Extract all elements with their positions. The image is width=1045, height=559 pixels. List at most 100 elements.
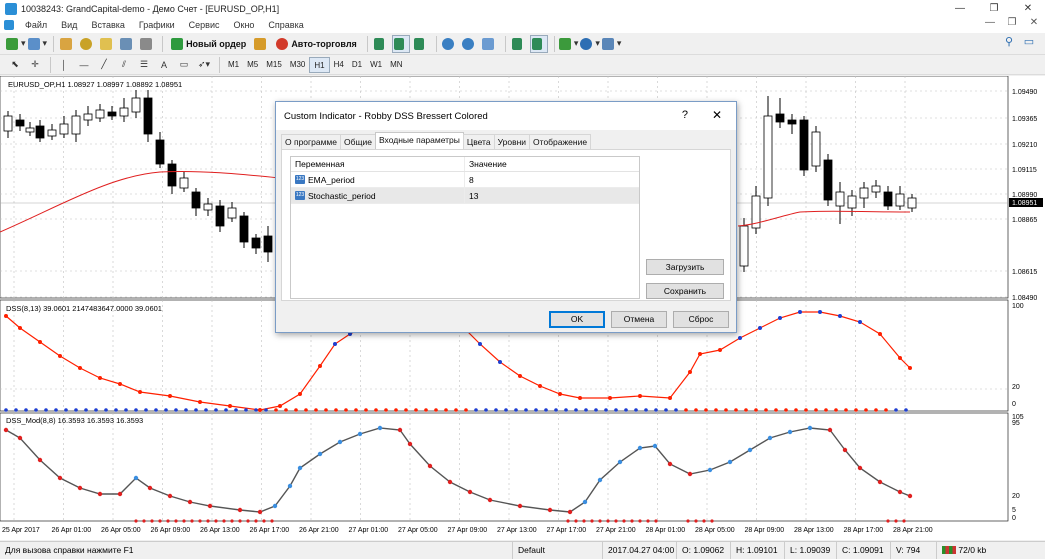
text-tool-icon[interactable]: A bbox=[155, 56, 173, 74]
tab-inputs[interactable]: Входные параметры bbox=[374, 132, 464, 149]
menu-help[interactable]: Справка bbox=[261, 20, 310, 30]
dssmod-signal-dot bbox=[206, 519, 210, 523]
dssmod-signal-dot bbox=[166, 519, 170, 523]
fibonacci-icon[interactable]: ☰ bbox=[135, 56, 153, 74]
ok-button[interactable]: OK bbox=[549, 311, 605, 328]
dssmod-signal-dot bbox=[182, 519, 186, 523]
table-row[interactable]: 123 EMA_period 8 bbox=[291, 172, 639, 188]
child-restore-icon[interactable]: ❐ bbox=[1001, 17, 1023, 28]
tab-visualization[interactable]: Отображение bbox=[529, 134, 592, 149]
time-tick-label: 26 Apr 01:00 bbox=[52, 527, 92, 534]
dss-signal-dot bbox=[554, 408, 558, 412]
table-row[interactable]: 123 Stochastic_period 13 bbox=[291, 188, 639, 204]
dss-signal-dot bbox=[104, 408, 108, 412]
cancel-button[interactable]: Отмена bbox=[611, 311, 667, 328]
periods-icon[interactable]: ▾ bbox=[580, 35, 600, 53]
tab-levels[interactable]: Уровни bbox=[493, 134, 531, 149]
menu-file[interactable]: Файл bbox=[18, 20, 54, 30]
dss-signal-dot bbox=[574, 408, 578, 412]
market-watch-icon[interactable] bbox=[58, 35, 76, 53]
channel-icon[interactable]: ⫽ bbox=[115, 56, 133, 74]
dss-signal-dot bbox=[434, 408, 438, 412]
menu-view[interactable]: Вид bbox=[54, 20, 84, 30]
chat-icon[interactable]: ▭ bbox=[1019, 35, 1039, 48]
candle-body bbox=[3, 115, 13, 132]
menu-insert[interactable]: Вставка bbox=[84, 20, 131, 30]
restore-button[interactable]: ❐ bbox=[977, 0, 1011, 17]
timeframe-d1[interactable]: D1 bbox=[348, 57, 366, 73]
tab-common[interactable]: Общие bbox=[340, 134, 376, 149]
terminal-icon[interactable] bbox=[118, 35, 136, 53]
reset-button[interactable]: Сброс bbox=[673, 311, 729, 328]
horizontal-line-icon[interactable]: — bbox=[75, 56, 93, 74]
zoom-out-icon[interactable] bbox=[461, 35, 479, 53]
search-icon[interactable]: ⚲ bbox=[999, 35, 1019, 48]
dssmod-point bbox=[357, 431, 363, 437]
timeframe-h1[interactable]: H1 bbox=[309, 56, 330, 73]
dss-point bbox=[718, 348, 722, 352]
timeframe-m15[interactable]: M15 bbox=[262, 57, 286, 73]
param-value[interactable]: 8 bbox=[465, 172, 639, 187]
dialog-tabs: О программе Общие Входные параметры Цвет… bbox=[281, 132, 592, 149]
navigator-icon[interactable] bbox=[98, 35, 116, 53]
bar-chart-icon[interactable] bbox=[372, 35, 390, 53]
save-button[interactable]: Сохранить bbox=[646, 283, 724, 299]
timeframe-m30[interactable]: M30 bbox=[286, 57, 310, 73]
dss-signal-dot bbox=[814, 408, 818, 412]
timeframe-m5[interactable]: M5 bbox=[243, 57, 262, 73]
close-window-button[interactable]: ✕ bbox=[1011, 0, 1045, 17]
auto-trading-button[interactable]: Авто-торговля bbox=[272, 35, 361, 53]
arrows-icon[interactable]: ➶▾ bbox=[195, 56, 213, 74]
timeframe-w1[interactable]: W1 bbox=[366, 57, 386, 73]
label-tool-icon[interactable]: ▭ bbox=[175, 56, 193, 74]
timeframe-m1[interactable]: M1 bbox=[224, 57, 243, 73]
dss-signal-dot bbox=[44, 408, 48, 412]
timeframe-h4[interactable]: H4 bbox=[330, 57, 348, 73]
child-close-icon[interactable]: ✕ bbox=[1023, 17, 1045, 28]
dss-signal-dot bbox=[534, 408, 538, 412]
metaeditor-icon[interactable] bbox=[252, 35, 270, 53]
templates-icon[interactable]: ▾ bbox=[601, 35, 621, 53]
dss-point bbox=[798, 310, 802, 314]
window-title: 10038243: GrandCapital-demo - Демо Счет … bbox=[21, 3, 280, 14]
profiles-icon[interactable]: ▾ bbox=[27, 35, 47, 53]
help-icon[interactable]: ? bbox=[682, 109, 688, 121]
candle-body bbox=[251, 237, 261, 249]
param-value[interactable]: 13 bbox=[465, 188, 639, 203]
vertical-line-icon[interactable]: │ bbox=[55, 56, 73, 74]
cursor-icon[interactable]: ⬉ bbox=[6, 56, 24, 74]
tab-about[interactable]: О программе bbox=[281, 134, 342, 149]
dssmod-point bbox=[187, 499, 193, 505]
menu-window[interactable]: Окно bbox=[227, 20, 262, 30]
candle-body bbox=[871, 185, 881, 193]
new-order-button[interactable]: Новый ордер bbox=[167, 35, 250, 53]
minimize-button[interactable]: — bbox=[943, 0, 977, 17]
trendline-icon[interactable]: ╱ bbox=[95, 56, 113, 74]
candle-body bbox=[25, 127, 35, 133]
candle-body bbox=[811, 131, 821, 167]
zoom-in-icon[interactable] bbox=[441, 35, 459, 53]
indicators-icon[interactable]: ▾ bbox=[558, 35, 578, 53]
data-window-icon[interactable] bbox=[78, 35, 96, 53]
autoscroll-icon[interactable] bbox=[510, 35, 528, 53]
line-chart-icon[interactable] bbox=[412, 35, 430, 53]
tile-windows-icon[interactable] bbox=[481, 35, 499, 53]
timeframe-mn[interactable]: MN bbox=[386, 57, 406, 73]
tester-icon[interactable] bbox=[138, 35, 156, 53]
dss-signal-dot bbox=[754, 408, 758, 412]
menu-tools[interactable]: Сервис bbox=[182, 20, 227, 30]
status-close: C: 1.09091 bbox=[836, 541, 890, 559]
chart-shift-icon[interactable] bbox=[529, 34, 548, 53]
dss-signal-dot bbox=[874, 408, 878, 412]
crosshair-icon[interactable]: ✛ bbox=[26, 56, 44, 74]
dss-point bbox=[118, 382, 122, 386]
tab-colors[interactable]: Цвета bbox=[462, 134, 495, 149]
dialog-close-icon[interactable]: ✕ bbox=[712, 108, 722, 122]
menu-charts[interactable]: Графики bbox=[132, 20, 182, 30]
candlestick-icon[interactable] bbox=[391, 34, 410, 53]
new-chart-icon[interactable]: ▾ bbox=[6, 35, 26, 53]
dssmod-point bbox=[637, 445, 643, 451]
dss-signal-dot bbox=[854, 408, 858, 412]
load-button[interactable]: Загрузить bbox=[646, 259, 724, 275]
child-minimize-icon[interactable]: — bbox=[979, 17, 1001, 28]
